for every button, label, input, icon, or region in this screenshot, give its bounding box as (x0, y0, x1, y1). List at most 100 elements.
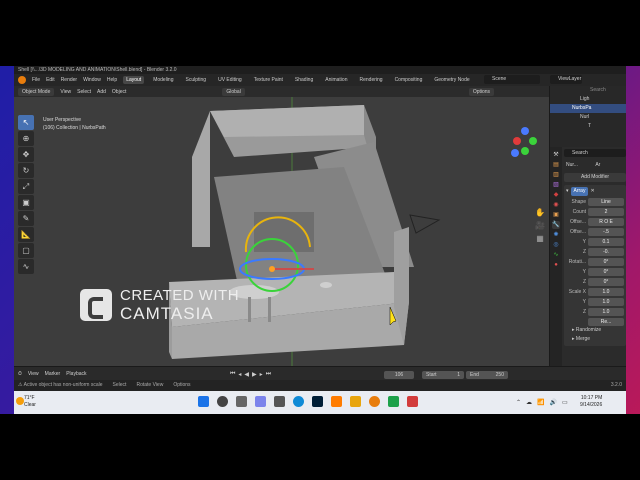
modifier-field-value[interactable]: 1.0 (588, 287, 624, 296)
task-view-icon[interactable] (236, 396, 247, 407)
cursor-icon[interactable]: ⊕ (18, 131, 34, 146)
options-dropdown[interactable]: Options (468, 87, 495, 96)
output-tab-icon[interactable]: ▥ (552, 171, 560, 179)
modifier-field-value[interactable]: 0° (588, 277, 624, 286)
outliner-search[interactable]: Search (550, 86, 626, 95)
tab-compositing[interactable]: Compositing (392, 76, 426, 84)
app-red-icon[interactable] (407, 396, 418, 407)
cloud-icon[interactable]: ☁ (526, 399, 532, 406)
move-icon[interactable]: ✥ (18, 147, 34, 162)
menu-window[interactable]: Window (83, 77, 101, 83)
pan-hand-icon[interactable]: ✋ (535, 208, 545, 218)
object-tab-icon[interactable]: ▣ (552, 211, 560, 219)
tab-sculpting[interactable]: Sculpting (183, 76, 210, 84)
curve-draw-icon[interactable]: ∿ (18, 259, 34, 274)
teams-icon[interactable] (255, 396, 266, 407)
tab-modeling[interactable]: Modeling (150, 76, 176, 84)
modifier-field-value[interactable]: 0.1 (588, 237, 624, 246)
timeline-marker-menu[interactable]: Marker (45, 371, 61, 377)
3d-viewport[interactable]: User Perspective (106) Collection | Nurb… (14, 97, 549, 366)
wifi-icon[interactable]: 📶 (537, 399, 544, 406)
menu-help[interactable]: Help (107, 77, 117, 83)
menu-edit[interactable]: Edit (46, 77, 55, 83)
next-key-icon[interactable]: ▸ (260, 371, 263, 378)
select-menu[interactable]: Select (77, 89, 91, 95)
search-icon[interactable] (217, 396, 228, 407)
widgets-icon[interactable] (274, 396, 285, 407)
transform-icon[interactable]: ▣ (18, 195, 34, 210)
modifier-field-value[interactable]: 1.0 (588, 307, 624, 316)
modifier-collapse-icon[interactable]: ▾ (566, 187, 569, 196)
navigation-gizmo[interactable] (507, 119, 543, 161)
select-cursor-icon[interactable]: ↖ (18, 115, 34, 130)
outliner-row-t[interactable]: T (550, 122, 626, 131)
play-icon[interactable]: ▶ (252, 371, 257, 378)
volume-icon[interactable]: 🔊 (550, 399, 557, 406)
modifier-field-value[interactable]: 2 (588, 207, 624, 216)
merge-subpanel[interactable]: ▸ Merge (566, 335, 624, 344)
timeline-editor-icon[interactable]: ⏱ (18, 371, 22, 377)
tab-layout[interactable]: Layout (123, 76, 145, 84)
scene-tab-icon[interactable]: ◆ (552, 191, 560, 199)
timeline-playback-menu[interactable]: Playback (66, 371, 86, 377)
measure-icon[interactable]: 📐 (18, 227, 34, 242)
tab-shading[interactable]: Shading (292, 76, 316, 84)
view-layer-selector[interactable]: ViewLayer (550, 75, 582, 84)
edge-icon[interactable] (293, 396, 304, 407)
particles-tab-icon[interactable]: ✺ (552, 231, 560, 239)
end-frame-field[interactable]: End 250 (466, 371, 508, 379)
view-menu[interactable]: View (60, 89, 71, 95)
randomize-subpanel[interactable]: ▸ Randomize (566, 326, 624, 335)
menu-render[interactable]: Render (61, 77, 77, 83)
jump-start-icon[interactable]: ⏮ (230, 371, 235, 378)
modifier-field-value[interactable]: -.5 (588, 227, 624, 236)
jump-end-icon[interactable]: ⏭ (266, 371, 271, 378)
add-menu[interactable]: Add (97, 89, 106, 95)
modifier-name-field[interactable]: Array (570, 187, 589, 196)
battery-icon[interactable]: ▭ (562, 399, 568, 406)
outliner-row-light[interactable]: Ligh (550, 95, 626, 104)
weather-widget[interactable]: 71°F Clear (16, 395, 36, 409)
illustrator-icon[interactable] (331, 396, 342, 407)
play-reverse-icon[interactable]: ◀ (244, 371, 249, 378)
outliner-row-nurbs[interactable]: Nurl (550, 113, 626, 122)
modifier-field-value[interactable]: 0° (588, 267, 624, 276)
properties-search[interactable]: Search (564, 149, 626, 157)
prev-key-icon[interactable]: ◂ (238, 371, 241, 378)
tab-rendering[interactable]: Rendering (356, 76, 385, 84)
world-tab-icon[interactable]: ◉ (552, 201, 560, 209)
tray-chevron-icon[interactable]: ⌃ (516, 399, 521, 406)
scale-icon[interactable]: ⤢ (18, 179, 34, 194)
orientation-dropdown[interactable]: Global (222, 87, 245, 96)
outliner-row-nurbspath[interactable]: NurbsPa (550, 104, 626, 113)
physics-tab-icon[interactable]: ◎ (552, 241, 560, 249)
modifier-tab-icon[interactable]: 🔧 (552, 221, 560, 229)
view-layer-tab-icon[interactable]: ▧ (552, 181, 560, 189)
tab-geometry-nodes[interactable]: Geometry Node (431, 76, 472, 84)
scene-selector[interactable]: Scene (484, 75, 540, 84)
tab-animation[interactable]: Animation (322, 76, 350, 84)
photoshop-icon[interactable] (312, 396, 323, 407)
modifier-field-value[interactable]: Re... (588, 317, 624, 326)
camtasia-taskbar-icon[interactable] (388, 396, 399, 407)
tool-tab-icon[interactable]: ⚒ (552, 151, 560, 159)
object-mode-dropdown[interactable]: Object Mode (18, 87, 55, 96)
current-frame-field[interactable]: 106 (384, 371, 414, 379)
system-clock[interactable]: 10:17 PM 9/14/2026 (580, 395, 602, 409)
object-menu[interactable]: Object (112, 89, 126, 95)
add-modifier-button[interactable]: Add Modifier (564, 173, 626, 182)
blender-taskbar-icon[interactable] (369, 396, 380, 407)
rotate-icon[interactable]: ↻ (18, 163, 34, 178)
modifier-field-value[interactable]: -0. (588, 247, 624, 256)
file-explorer-icon[interactable] (350, 396, 361, 407)
grid-view-icon[interactable]: ▦ (535, 234, 545, 244)
material-tab-icon[interactable]: ● (552, 261, 560, 269)
add-cube-icon[interactable]: ▢ (18, 243, 34, 258)
tab-texture-paint[interactable]: Texture Paint (251, 76, 286, 84)
timeline-view-menu[interactable]: View (28, 371, 39, 377)
menu-file[interactable]: File (32, 77, 40, 83)
tab-uv-editing[interactable]: UV Editing (215, 76, 245, 84)
modifier-field-value[interactable]: R O E (588, 217, 624, 226)
modifier-field-value[interactable]: 1.0 (588, 297, 624, 306)
modifier-close-icon[interactable]: ✕ (590, 187, 594, 196)
